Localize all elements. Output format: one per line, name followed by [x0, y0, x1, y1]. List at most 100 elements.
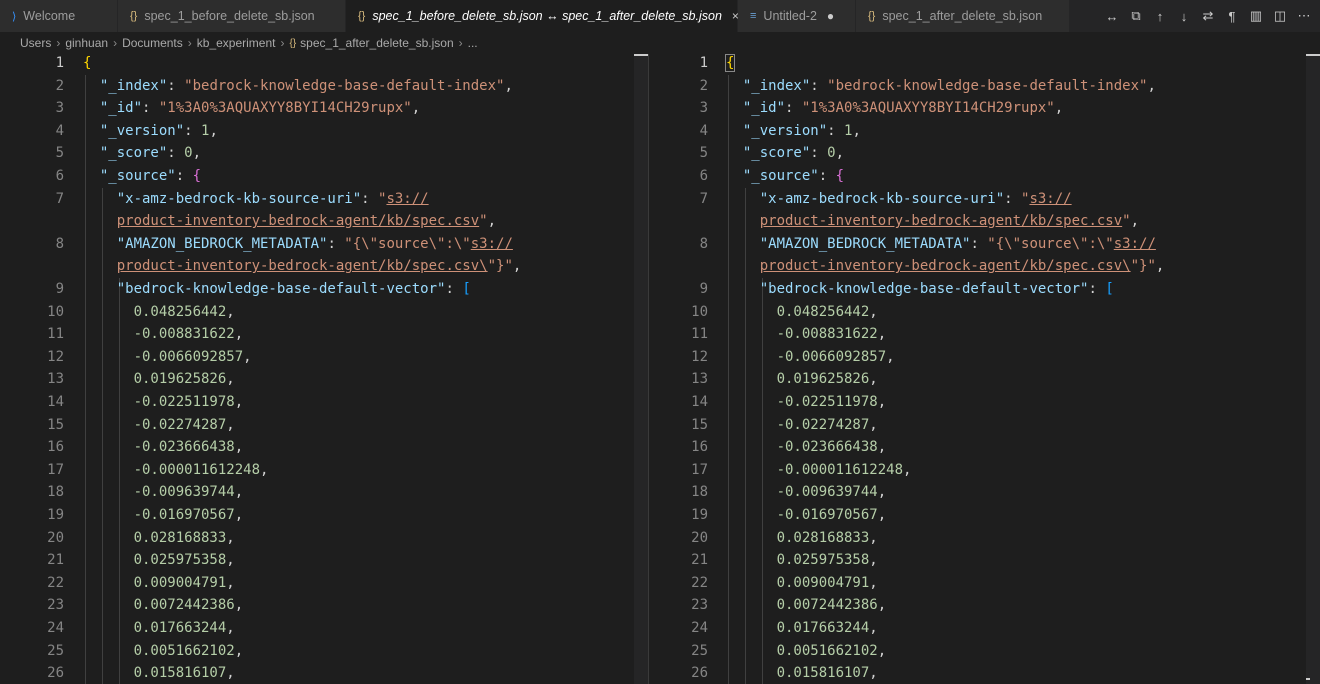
swap-sides-icon[interactable]: ⇄	[1200, 8, 1216, 24]
code-line[interactable]: 16 -0.023666438,	[649, 436, 1320, 459]
code-line[interactable]: product-inventory-bedrock-agent/kb/spec.…	[0, 210, 648, 233]
code-line[interactable]: product-inventory-bedrock-agent/kb/spec.…	[649, 210, 1320, 233]
line-number: 7	[699, 190, 708, 207]
more-icon[interactable]: ⋯	[1296, 8, 1312, 24]
code-line[interactable]: 4 "_version": 1,	[649, 120, 1320, 143]
code-line[interactable]: 23 0.0072442386,	[649, 594, 1320, 617]
code-line[interactable]: 13 0.019625826,	[0, 368, 648, 391]
json-string: "1%3A0%3AQUAXYY8BYI14CH29rupx"	[801, 100, 1055, 117]
code-line[interactable]: 3 "_id": "1%3A0%3AQUAXYY8BYI14CH29rupx",	[649, 97, 1320, 120]
code-line[interactable]: 11 -0.008831622,	[649, 323, 1320, 346]
diff-pane-original[interactable]: 1{2 "_index": "bedrock-knowledge-base-de…	[0, 54, 648, 684]
code-line[interactable]: 17 -0.000011612248,	[0, 459, 648, 482]
code-line[interactable]: 24 0.017663244,	[0, 617, 648, 640]
vector-value: -0.022511978	[776, 394, 878, 410]
code-line[interactable]: 26 0.015816107,	[649, 662, 1320, 684]
overview-ruler[interactable]	[1306, 54, 1320, 684]
split-editor-icon[interactable]: ◫	[1272, 8, 1288, 24]
code-line[interactable]: 25 0.0051662102,	[649, 640, 1320, 663]
code-line[interactable]: 6 "_source": {	[649, 165, 1320, 188]
code-line[interactable]: 1{	[649, 54, 1320, 75]
vector-value: -0.009639744	[133, 484, 235, 501]
breadcrumb: Users › ginhuan › Documents › kb_experiment › {}…	[0, 32, 1320, 54]
tab-3[interactable]: {} spec_1_before_delete_sb.json ↔ spec_1_…	[346, 0, 739, 32]
code-text: "x-amz-bedrock-kb-source-uri": "s3://	[116, 190, 429, 207]
code-line[interactable]: 9 "bedrock-knowledge-base-default-vector…	[649, 278, 1320, 301]
code-line[interactable]: 23 0.0072442386,	[0, 594, 648, 617]
tab-1[interactable]: ⟩ Welcome	[0, 0, 118, 32]
breadcrumb-item[interactable]: ginhuan	[65, 36, 108, 50]
diff-pane-modified[interactable]: 1{2 "_index": "bedrock-knowledge-base-de…	[649, 54, 1320, 684]
code-line[interactable]: 18 -0.009639744,	[0, 481, 648, 504]
code-line[interactable]: 14 -0.022511978,	[649, 391, 1320, 414]
code-line[interactable]: 21 0.025975358,	[649, 549, 1320, 572]
swap-icon[interactable]: ↔	[1104, 9, 1120, 24]
code-line[interactable]: 2 "_index": "bedrock-knowledge-base-defa…	[649, 75, 1320, 98]
breadcrumb-item[interactable]: Users	[20, 36, 51, 50]
breadcrumb-item[interactable]: kb_experiment	[197, 36, 276, 50]
breadcrumb-item[interactable]: spec_1_after_delete_sb.json	[300, 36, 453, 50]
tab-4[interactable]: ≡ Untitled-2 ●	[738, 0, 856, 32]
whitespace-icon[interactable]: ¶	[1224, 9, 1240, 24]
breadcrumb-item[interactable]: ...	[468, 36, 478, 50]
code-line[interactable]: 19 -0.016970567,	[0, 504, 648, 527]
code-text: -0.02274287,	[776, 416, 878, 433]
code-line[interactable]: 8 "AMAZON_BEDROCK_METADATA": "{\"source\…	[0, 233, 648, 256]
code-line[interactable]: 20 0.028168833,	[0, 527, 648, 550]
code-line[interactable]: 12 -0.0066092857,	[649, 346, 1320, 369]
next-change-icon[interactable]: ↓	[1176, 9, 1192, 24]
code-line[interactable]: 9 "bedrock-knowledge-base-default-vector…	[0, 278, 648, 301]
code-line[interactable]: 10 0.048256442,	[649, 301, 1320, 324]
tab-2[interactable]: {} spec_1_before_delete_sb.json	[118, 0, 346, 32]
code-line[interactable]: 26 0.015816107,	[0, 662, 648, 684]
line-number: 18	[47, 484, 64, 501]
breadcrumb-separator: ›	[187, 36, 192, 50]
code-line[interactable]: 24 0.017663244,	[649, 617, 1320, 640]
code-line[interactable]: 22 0.009004791,	[0, 572, 648, 595]
code-line[interactable]: 20 0.028168833,	[649, 527, 1320, 550]
code-line[interactable]: 8 "AMAZON_BEDROCK_METADATA": "{\"source\…	[649, 233, 1320, 256]
json-key: "_score"	[742, 145, 811, 162]
code-line[interactable]: 18 -0.009639744,	[649, 481, 1320, 504]
code-line[interactable]: 11 -0.008831622,	[0, 323, 648, 346]
json-file-icon: {}	[289, 37, 297, 49]
code-line[interactable]: 12 -0.0066092857,	[0, 346, 648, 369]
code-line[interactable]: product-inventory-bedrock-agent/kb/spec.…	[0, 255, 648, 278]
code-line[interactable]: 3 "_id": "1%3A0%3AQUAXYY8BYI14CH29rupx",	[0, 97, 648, 120]
code-line[interactable]: 7 "x-amz-bedrock-kb-source-uri": "s3://	[649, 188, 1320, 211]
code-line[interactable]: 5 "_score": 0,	[0, 142, 648, 165]
code-line[interactable]: 25 0.0051662102,	[0, 640, 648, 663]
code-line[interactable]: 10 0.048256442,	[0, 301, 648, 324]
code-line[interactable]: 7 "x-amz-bedrock-kb-source-uri": "s3://	[0, 188, 648, 211]
line-number: 22	[691, 574, 708, 591]
code-line[interactable]: 21 0.025975358,	[0, 549, 648, 572]
code-line[interactable]: 13 0.019625826,	[649, 368, 1320, 391]
code-text: -0.009639744,	[776, 484, 887, 501]
code-line[interactable]: 17 -0.000011612248,	[649, 459, 1320, 482]
vector-value: -0.000011612248	[776, 461, 904, 478]
code-line[interactable]: product-inventory-bedrock-agent/kb/spec.…	[649, 255, 1320, 278]
code-line[interactable]: 6 "_source": {	[0, 165, 648, 188]
overview-ruler[interactable]	[634, 54, 648, 684]
line-number: 19	[47, 507, 64, 523]
previous-change-icon[interactable]: ↑	[1152, 9, 1168, 24]
minimap-icon[interactable]: ▥	[1248, 8, 1264, 24]
breadcrumb-separator: ›	[458, 36, 463, 50]
code-line[interactable]: 15 -0.02274287,	[649, 414, 1320, 437]
code-line[interactable]: 22 0.009004791,	[649, 572, 1320, 595]
diff-toggle-icon[interactable]: ⧉	[1128, 8, 1144, 24]
code-line[interactable]: 15 -0.02274287,	[0, 414, 648, 437]
code-line[interactable]: 5 "_score": 0,	[649, 142, 1320, 165]
code-line[interactable]: 16 -0.023666438,	[0, 436, 648, 459]
breadcrumb-item[interactable]: Documents	[122, 36, 183, 50]
code-line[interactable]: 2 "_index": "bedrock-knowledge-base-defa…	[0, 75, 648, 98]
code-line[interactable]: 14 -0.022511978,	[0, 391, 648, 414]
line-number: 6	[699, 168, 708, 184]
tab-5[interactable]: {} spec_1_after_delete_sb.json	[856, 0, 1070, 32]
unsaved-dot-icon[interactable]: ●	[827, 9, 834, 23]
code-line[interactable]: 4 "_version": 1,	[0, 120, 648, 143]
code-line[interactable]: 1{	[0, 54, 648, 75]
vector-value: 0.028168833	[133, 529, 227, 546]
json-number: 1	[844, 122, 853, 139]
code-line[interactable]: 19 -0.016970567,	[649, 504, 1320, 527]
